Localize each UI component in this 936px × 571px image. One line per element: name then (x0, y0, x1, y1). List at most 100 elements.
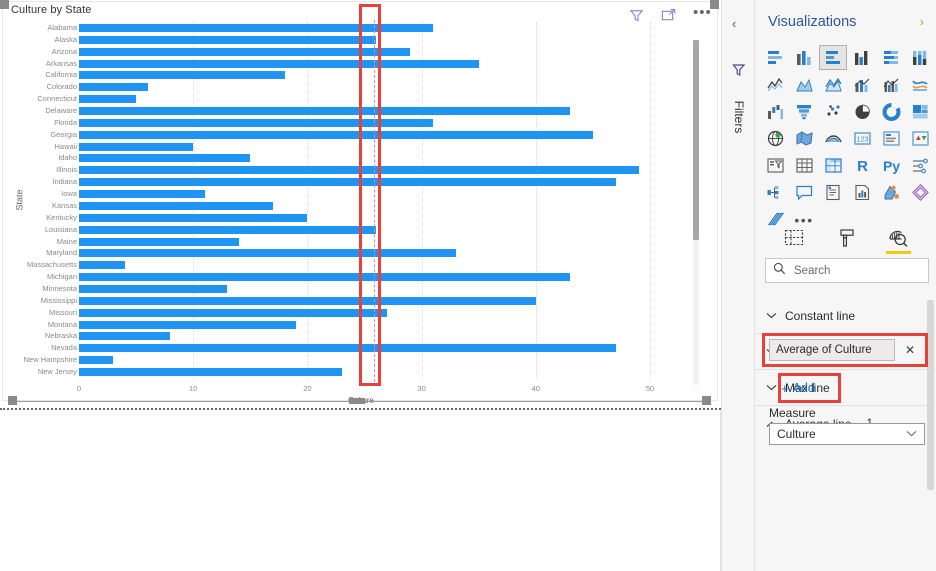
filled-map-icon[interactable] (790, 126, 818, 151)
tab-analytics[interactable] (885, 225, 911, 254)
bar[interactable] (79, 95, 137, 104)
key-influencers-icon[interactable] (906, 153, 934, 178)
bar[interactable] (79, 249, 456, 258)
bar[interactable] (79, 166, 639, 175)
resize-handle-bottom-right[interactable] (702, 396, 711, 405)
bar[interactable] (79, 83, 148, 92)
filters-pane-label: Filters (732, 100, 746, 134)
bar[interactable] (79, 213, 308, 222)
treemap-icon[interactable] (906, 99, 934, 124)
clustered-column-chart-icon[interactable] (848, 45, 876, 70)
x-axis-tick: 10 (189, 384, 198, 393)
close-icon[interactable]: ✕ (905, 343, 915, 357)
tab-fields[interactable] (781, 225, 807, 251)
table-icon[interactable] (790, 153, 818, 178)
section-constant-line[interactable]: Constant line (755, 298, 936, 334)
clustered-bar-chart-icon[interactable] (819, 45, 847, 70)
visualization-type-gallery[interactable]: 123 R Py ••• (761, 45, 933, 232)
power-apps-icon[interactable] (877, 180, 905, 205)
donut-chart-icon[interactable] (877, 99, 905, 124)
area-chart-icon[interactable] (790, 72, 818, 97)
bar[interactable] (79, 154, 251, 163)
card-icon[interactable]: 123 (848, 126, 876, 151)
stacked-area-chart-icon[interactable] (819, 72, 847, 97)
line-chart-icon[interactable] (761, 72, 789, 97)
kpi-icon[interactable] (906, 126, 934, 151)
resize-handle-top-left[interactable] (0, 0, 9, 9)
report-canvas[interactable]: Culture by State ••• State Alabama Alask… (0, 0, 721, 571)
bar[interactable] (79, 332, 171, 341)
100-percent-stacked-bar-chart-icon[interactable] (877, 45, 905, 70)
average-line[interactable] (373, 20, 375, 382)
line-and-clustered-column-chart-icon[interactable] (877, 72, 905, 97)
bar[interactable] (79, 47, 411, 56)
bar[interactable] (79, 35, 376, 44)
chevron-left-icon[interactable]: ‹ (732, 16, 736, 31)
add-button[interactable]: + Add (781, 378, 837, 398)
stacked-column-chart-icon[interactable] (790, 45, 818, 70)
bar[interactable] (79, 190, 205, 199)
bars-container[interactable] (79, 20, 651, 382)
q-and-a-icon[interactable] (790, 180, 818, 205)
waterfall-chart-icon[interactable] (761, 99, 789, 124)
power-automate-icon[interactable] (906, 180, 934, 205)
bar[interactable] (79, 118, 434, 127)
bar[interactable] (79, 368, 342, 377)
resize-handle-top-right[interactable] (710, 0, 719, 9)
line-and-stacked-column-chart-icon[interactable] (848, 72, 876, 97)
100-percent-stacked-column-chart-icon[interactable] (906, 45, 934, 70)
bar[interactable] (79, 59, 479, 68)
slicer-icon[interactable] (761, 153, 789, 178)
search-input[interactable] (792, 263, 917, 278)
bar[interactable] (79, 178, 616, 187)
visualizations-pane-scrollbar[interactable] (927, 300, 934, 490)
chevron-right-icon[interactable]: › (920, 14, 924, 29)
y-axis-label: Connecticut (37, 94, 77, 104)
ribbon-chart-icon[interactable] (906, 72, 934, 97)
bar[interactable] (79, 296, 536, 305)
r-script-visual-icon[interactable]: R (848, 153, 876, 178)
bar[interactable] (79, 320, 296, 329)
bar[interactable] (79, 130, 593, 139)
chevron-down-icon (765, 382, 777, 394)
resize-handle-bottom-center[interactable] (349, 398, 365, 404)
measure-dropdown[interactable]: Culture (769, 423, 925, 445)
bar[interactable] (79, 344, 616, 353)
filters-pane-collapsed[interactable]: ‹ Filters (721, 0, 755, 571)
bar[interactable] (79, 71, 285, 80)
bar[interactable] (79, 261, 125, 270)
bar[interactable] (79, 23, 434, 32)
bar[interactable] (79, 225, 376, 234)
canvas-empty-area[interactable] (0, 412, 721, 571)
chart-plot-area: State Alabama Alaska Arizona Arkansas Califo… (3, 20, 719, 405)
multi-row-card-icon[interactable] (877, 126, 905, 151)
pane-tab-strip[interactable] (755, 222, 936, 254)
bar[interactable] (79, 285, 228, 293)
map-icon[interactable] (761, 126, 789, 151)
resize-handle-bottom-left[interactable] (8, 396, 17, 405)
search-box[interactable] (765, 258, 929, 283)
bar[interactable] (79, 237, 239, 246)
paginated-report-icon[interactable] (848, 180, 876, 205)
scatter-chart-icon[interactable] (819, 99, 847, 124)
bar[interactable] (79, 273, 571, 282)
y-axis-label: Missouri (49, 307, 77, 317)
bar[interactable] (79, 142, 194, 151)
bar[interactable] (79, 356, 114, 365)
matrix-icon[interactable] (819, 153, 847, 178)
average-line-chip[interactable]: Average of Culture (769, 339, 895, 361)
bar[interactable] (79, 107, 571, 115)
chart-vertical-scrollbar[interactable] (693, 40, 699, 385)
stacked-bar-chart-icon[interactable] (761, 45, 789, 70)
tab-format[interactable] (833, 225, 859, 251)
bar[interactable] (79, 201, 274, 210)
bar[interactable] (79, 308, 388, 317)
chart-scrollbar-thumb[interactable] (693, 40, 699, 240)
arcgis-map-icon[interactable] (819, 126, 847, 151)
smart-narrative-icon[interactable] (819, 180, 847, 205)
bar-chart-visual[interactable]: Culture by State ••• State Alabama Alask… (2, 1, 719, 405)
decomposition-tree-icon[interactable] (761, 180, 789, 205)
funnel-chart-icon[interactable] (790, 99, 818, 124)
pie-chart-icon[interactable] (848, 99, 876, 124)
python-visual-icon[interactable]: Py (877, 153, 905, 178)
